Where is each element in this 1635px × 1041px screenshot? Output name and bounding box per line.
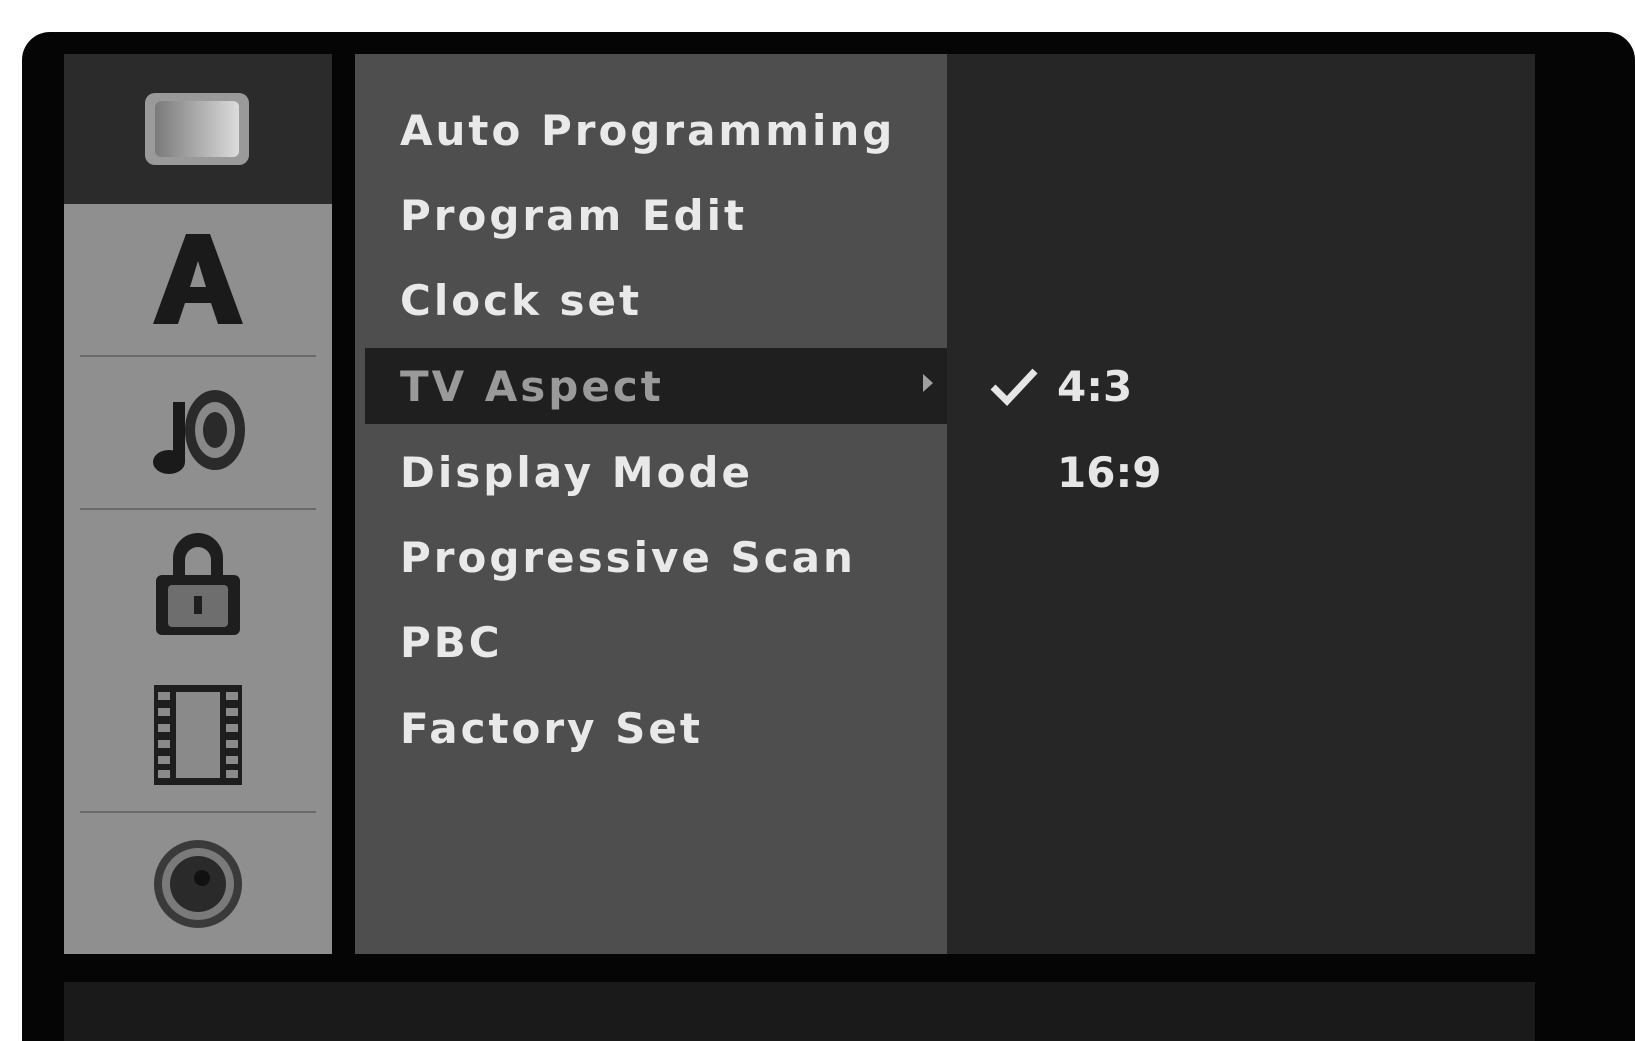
menu-item-label: Auto Programming [400, 105, 896, 155]
menu-item-label: Display Mode [400, 447, 753, 497]
tv-screen-icon [145, 93, 249, 165]
menu-item-factory-set[interactable]: Factory Set [400, 690, 940, 766]
film-icon [154, 685, 242, 785]
menu-item-clock-set[interactable]: Clock set [400, 262, 940, 338]
menu-item-label: TV Aspect [400, 361, 664, 411]
category-lock[interactable] [64, 510, 332, 660]
help-bar [64, 982, 1535, 1041]
language-a-icon [153, 234, 243, 324]
submenu-arrow-icon [923, 374, 933, 392]
menu-item-program-edit[interactable]: Program Edit [400, 177, 940, 253]
menu-item-label: Progressive Scan [400, 532, 856, 582]
category-audio[interactable] [64, 357, 332, 507]
category-tv-setup[interactable] [64, 54, 332, 204]
menu-item-label: Factory Set [400, 703, 703, 753]
lock-icon [156, 533, 240, 635]
menu-item-label: Clock set [400, 275, 643, 325]
option-16-9[interactable]: 16:9 [967, 434, 1267, 510]
category-column [64, 54, 332, 954]
settings-menu: Auto Programming Program Edit Clock set … [355, 54, 963, 954]
menu-item-label: Program Edit [400, 190, 748, 240]
category-disc[interactable] [64, 813, 332, 954]
option-label: 16:9 [1057, 447, 1162, 497]
option-4-3[interactable]: 4:3 [967, 348, 1267, 424]
menu-item-progressive-scan[interactable]: Progressive Scan [400, 519, 940, 595]
setup-menu-frame: Auto Programming Program Edit Clock set … [22, 32, 1635, 1041]
category-language[interactable] [64, 204, 332, 354]
menu-item-label: PBC [400, 617, 503, 667]
disc-icon [154, 839, 242, 928]
audio-note-icon [153, 390, 245, 474]
options-panel: 4:3 16:9 [947, 54, 1535, 954]
menu-item-auto-programming[interactable]: Auto Programming [400, 92, 940, 168]
menu-item-tv-aspect[interactable]: TV Aspect [365, 348, 963, 424]
option-label: 4:3 [1057, 361, 1133, 411]
menu-item-pbc[interactable]: PBC [400, 604, 940, 680]
checkmark-icon [990, 368, 1038, 407]
menu-item-display-mode[interactable]: Display Mode [400, 434, 940, 510]
category-recording[interactable] [64, 660, 332, 810]
